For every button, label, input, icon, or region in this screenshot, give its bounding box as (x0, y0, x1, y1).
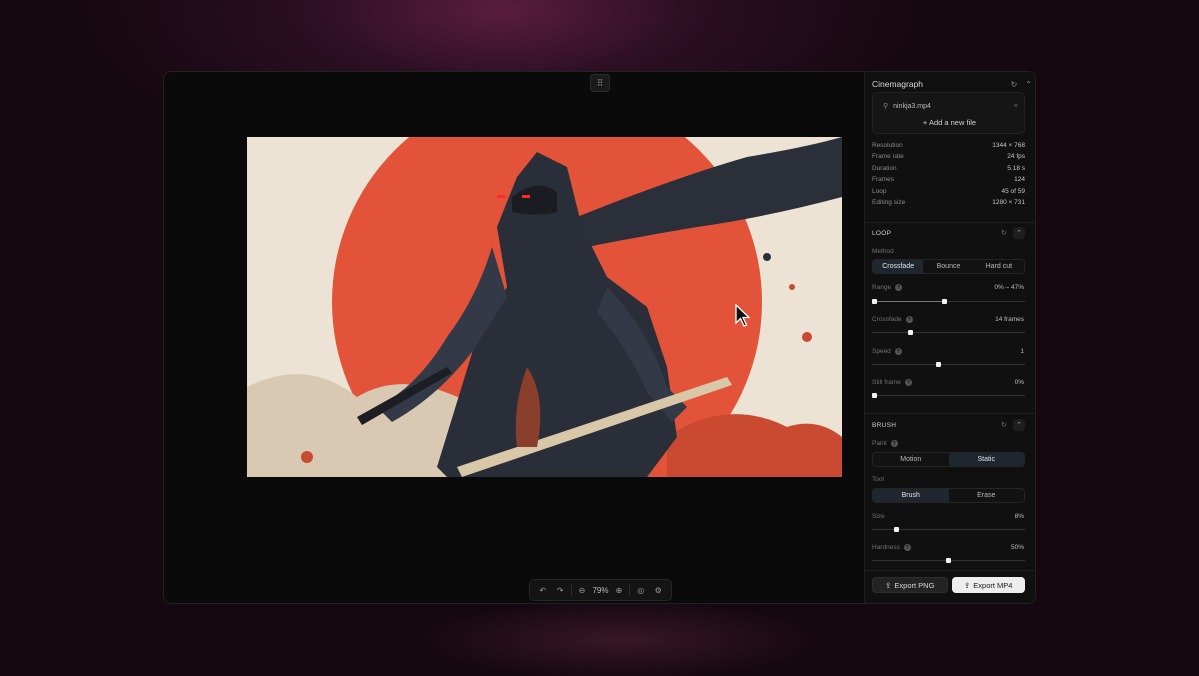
hardness-label: Hardness? (872, 544, 911, 551)
drag-handle-icon[interactable]: ⠿ (590, 74, 610, 92)
method-crossfade-button[interactable]: Crossfade (873, 260, 924, 273)
export-png-label: Export PNG (894, 580, 935, 590)
meta-row: Loop 45 of 59 (872, 187, 1025, 195)
settings-icon[interactable]: ⚙ (651, 586, 665, 595)
undo-icon[interactable]: ↶ (536, 586, 550, 595)
loop-section-header: LOOP ↻ ⌃ (872, 226, 1025, 240)
range-end-handle[interactable] (941, 299, 947, 304)
range-value: 0% – 47% (994, 284, 1024, 291)
fit-icon[interactable]: ◎ (634, 586, 648, 595)
cinemagraph-panel: Cinemagraph ↻ ⌃ ⚲ ninkja3.mp4 × + Add a … (864, 72, 1035, 603)
reset-icon[interactable]: ↻ (1001, 421, 1007, 429)
still-frame-slider[interactable] (872, 393, 1025, 398)
divider (865, 413, 1035, 414)
paint-selector: Motion Static (872, 452, 1025, 467)
still-frame-handle[interactable] (872, 393, 877, 398)
export-mp4-button[interactable]: ⇪ Export MP4 (951, 577, 1025, 593)
loop-title: LOOP (872, 229, 892, 237)
crossfade-handle[interactable] (907, 330, 913, 335)
meta-row: Frames 124 (872, 176, 1025, 184)
size-handle[interactable] (894, 527, 900, 532)
editor-window: ⠿ ↶ ↷ ⊖ 79% ⊕ ◎ ⚙ Cinemagraph ↻ ⌃ ⚲ nink… (163, 71, 1036, 604)
zoom-out-icon[interactable]: ⊖ (575, 586, 589, 595)
help-icon[interactable]: ? (895, 284, 903, 291)
canvas-toolbar: ↶ ↷ ⊖ 79% ⊕ ◎ ⚙ (529, 579, 672, 601)
range-slider[interactable] (872, 299, 1025, 304)
panel-header: Cinemagraph ↻ ⌃ (872, 78, 1032, 90)
collapse-icon[interactable]: ⌃ (1013, 227, 1025, 239)
range-start-handle[interactable] (872, 299, 877, 304)
meta-row: Resolution 1344 × 768 (872, 142, 1025, 149)
speed-label: Speed? (872, 348, 902, 355)
attachment-icon: ⚲ (883, 103, 889, 110)
method-label: Method (872, 248, 894, 255)
crossfade-value: 14 frames (995, 316, 1024, 323)
divider (865, 222, 1035, 223)
crossfade-label: Crossfade? (872, 316, 913, 323)
brush-title: BRUSH (872, 421, 897, 429)
tool-selector: Brush Erase (872, 488, 1025, 503)
upload-icon: ⇪ (885, 580, 892, 590)
still-frame-label: Still frame? (872, 379, 912, 386)
file-box: ⚲ ninkja3.mp4 × + Add a new file (872, 92, 1025, 134)
remove-file-icon[interactable]: × (1014, 103, 1018, 110)
file-name: ninkja3.mp4 (893, 102, 931, 110)
method-hardcut-button[interactable]: Hard cut (974, 260, 1024, 273)
collapse-icon[interactable]: ⌃ (1025, 80, 1032, 89)
paint-motion-button[interactable]: Motion (873, 453, 949, 466)
loop-method-selector: Crossfade Bounce Hard cut (872, 259, 1025, 274)
background-glow (420, 600, 820, 676)
hardness-value: 50% (1010, 544, 1024, 551)
collapse-icon[interactable]: ⌃ (1013, 419, 1025, 431)
method-bounce-button[interactable]: Bounce (923, 260, 973, 273)
help-icon[interactable]: ? (890, 440, 898, 447)
tool-label: Tool (872, 476, 884, 483)
meta-row: Duration 5.18 s (872, 164, 1025, 172)
meta-row: Frame rate 24 fps (872, 153, 1025, 161)
help-icon[interactable]: ? (905, 316, 913, 323)
export-row: ⇪ Export PNG ⇪ Export MP4 (872, 577, 1025, 593)
cinemagraph-preview-image[interactable] (247, 137, 842, 477)
speed-value: 1 (1020, 348, 1024, 355)
size-slider[interactable] (872, 527, 1025, 532)
video-metadata: Resolution 1344 × 768 Frame rate 24 fps Du… (872, 142, 1025, 210)
hardness-handle[interactable] (946, 558, 951, 563)
help-icon[interactable]: ? (903, 544, 911, 551)
size-value: 8% (1014, 513, 1024, 520)
paint-label: Paint? (872, 440, 898, 447)
panel-title: Cinemagraph (872, 79, 924, 89)
divider (865, 570, 1035, 571)
reset-icon[interactable]: ↻ (1001, 229, 1007, 237)
brush-section-header: BRUSH ↻ ⌃ (872, 418, 1025, 432)
redo-icon[interactable]: ↷ (553, 586, 567, 595)
help-icon[interactable]: ? (904, 379, 912, 386)
canvas-area[interactable]: ⠿ ↶ ↷ ⊖ 79% ⊕ ◎ ⚙ (164, 72, 863, 603)
mouse-cursor-icon (735, 304, 751, 327)
ninja-artwork (247, 137, 842, 477)
reset-icon[interactable]: ↻ (1011, 80, 1018, 89)
tool-brush-button[interactable]: Brush (873, 489, 949, 502)
help-icon[interactable]: ? (894, 348, 902, 355)
meta-row: Editing size 1280 × 731 (872, 198, 1025, 206)
crossfade-slider[interactable] (872, 330, 1025, 335)
range-label: Range? (872, 284, 903, 291)
speed-slider[interactable] (872, 362, 1025, 367)
tool-erase-button[interactable]: Erase (949, 489, 1025, 502)
zoom-level: 79% (592, 585, 609, 595)
range-fill (872, 301, 942, 302)
speed-handle[interactable] (935, 362, 941, 367)
export-png-button[interactable]: ⇪ Export PNG (872, 577, 948, 593)
zoom-in-icon[interactable]: ⊕ (612, 586, 626, 595)
export-mp4-label: Export MP4 (973, 580, 1013, 590)
upload-icon: ⇪ (964, 580, 971, 590)
still-frame-value: 0% (1014, 379, 1024, 386)
paint-static-button[interactable]: Static (948, 453, 1024, 466)
hardness-slider[interactable] (872, 558, 1025, 563)
add-file-button[interactable]: + Add a new file (873, 118, 1026, 127)
toolbar-divider (629, 584, 631, 596)
size-label: Size (872, 513, 885, 520)
toolbar-divider (570, 584, 572, 596)
